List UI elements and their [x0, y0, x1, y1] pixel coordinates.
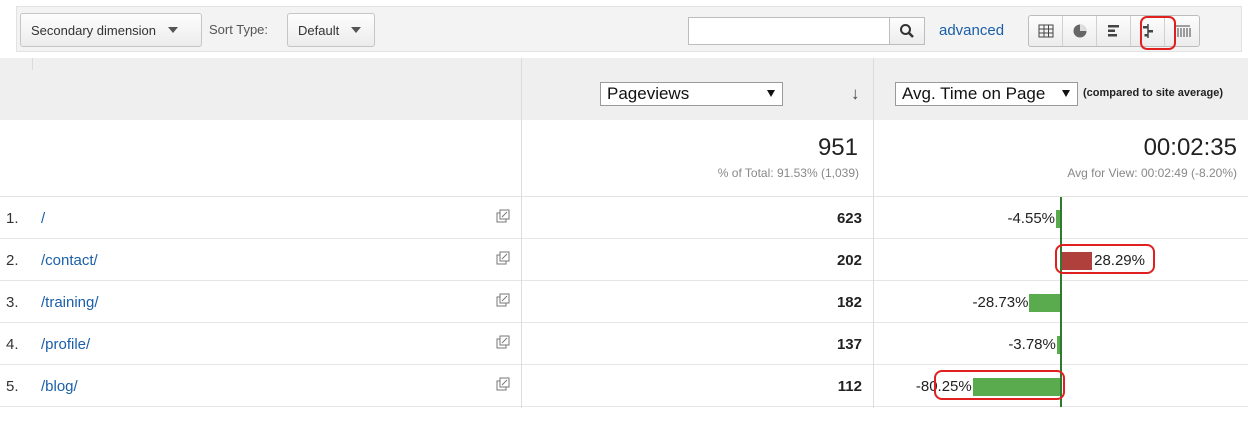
performance-view-icon	[1107, 25, 1119, 37]
page-link[interactable]: /	[41, 210, 45, 227]
search-button[interactable]	[889, 17, 925, 45]
total-avg-time-compare: Avg for View: 00:02:49 (-8.20%)	[1067, 166, 1237, 180]
row-index: 4.	[6, 336, 19, 353]
advanced-search-link[interactable]: advanced	[939, 22, 1004, 39]
open-page-icon[interactable]	[496, 251, 510, 270]
pie-view-button[interactable]	[1063, 16, 1097, 46]
chevron-down-icon	[767, 90, 775, 97]
page-link[interactable]: /blog/	[41, 378, 78, 395]
chevron-down-icon	[351, 27, 362, 33]
totals-row	[0, 120, 1248, 197]
table-view-icon	[1038, 24, 1053, 38]
page-link[interactable]: /contact/	[41, 252, 98, 269]
total-pageviews-share: % of Total: 91.53% (1,039)	[717, 166, 859, 180]
chevron-down-icon	[1062, 90, 1070, 97]
compare-metric-label: Avg. Time on Page	[902, 84, 1046, 103]
performance-view-button[interactable]	[1097, 16, 1131, 46]
page-link[interactable]: /profile/	[41, 336, 90, 353]
secondary-dimension-dropdown[interactable]: Secondary dimension	[20, 13, 202, 47]
open-page-icon[interactable]	[496, 209, 510, 228]
compare-metric-select[interactable]: Avg. Time on Page	[895, 82, 1078, 106]
page-link[interactable]: /training/	[41, 294, 99, 311]
sort-type-label: Sort Type:	[209, 22, 269, 37]
open-page-icon[interactable]	[496, 377, 510, 396]
column-divider	[873, 58, 874, 408]
sort-descending-icon[interactable]: ↓	[851, 84, 860, 104]
secondary-dimension-label: Secondary dimension	[31, 22, 157, 38]
report-toolbar: Secondary dimension Sort Type: Default a…	[0, 0, 1248, 58]
row-pageviews: 623	[836, 210, 862, 227]
primary-metric-label: Pageviews	[607, 84, 690, 103]
sort-type-value: Default	[298, 22, 340, 38]
pie-view-icon	[1073, 24, 1086, 38]
negative-comparison-bar	[1029, 294, 1061, 312]
row-index: 1.	[6, 210, 19, 227]
row-pageviews: 202	[836, 252, 862, 269]
column-divider	[32, 58, 33, 70]
total-pageviews: 951	[817, 134, 858, 161]
sort-type-dropdown[interactable]: Default	[287, 13, 375, 47]
search-icon	[900, 24, 914, 38]
comparison-view-highlight	[1140, 16, 1176, 50]
table-view-button[interactable]	[1029, 16, 1063, 46]
open-page-icon[interactable]	[496, 293, 510, 312]
row-pageviews: 182	[836, 294, 862, 311]
search-input[interactable]	[688, 17, 890, 45]
row-index: 2.	[6, 252, 19, 269]
primary-metric-select[interactable]: Pageviews	[600, 82, 783, 106]
total-avg-time: 00:02:35	[1143, 134, 1237, 161]
row-avg-time-compare: -4.55%	[1007, 210, 1055, 227]
row-avg-time-compare: -28.73%	[972, 294, 1029, 311]
row-index: 3.	[6, 294, 19, 311]
highlight-callout	[934, 370, 1065, 400]
row-pageviews: 137	[836, 336, 862, 353]
open-page-icon[interactable]	[496, 335, 510, 354]
column-divider	[521, 58, 522, 408]
row-avg-time-compare: -3.78%	[1008, 336, 1056, 353]
row-index: 5.	[6, 378, 19, 395]
row-pageviews: 112	[837, 378, 862, 395]
chevron-down-icon	[168, 27, 179, 33]
compare-note: (compared to site average)	[1083, 87, 1223, 99]
highlight-callout	[1055, 244, 1155, 274]
